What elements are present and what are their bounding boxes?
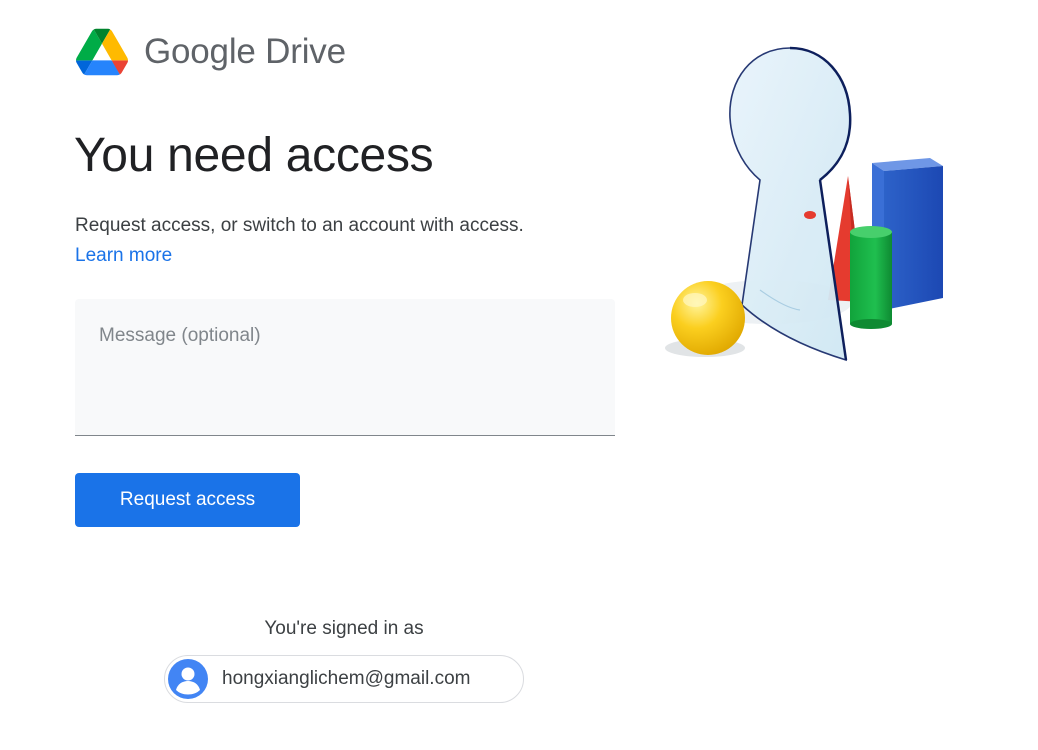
access-request-page: Google Drive You need access Request acc… [0,0,1038,750]
signed-in-label: You're signed in as [264,618,424,639]
account-chip[interactable]: hongxianglichem@gmail.com [164,655,524,703]
page-title: You need access [74,129,434,182]
account-email: hongxianglichem@gmail.com [222,668,471,689]
google-drive-logo[interactable]: Google Drive [76,28,346,76]
avatar [168,659,208,699]
message-input[interactable] [75,299,615,436]
request-access-button[interactable]: Request access [75,473,300,527]
google-drive-logo-icon [76,28,128,76]
learn-more-link[interactable]: Learn more [75,241,172,271]
brand-name: Google Drive [144,32,346,71]
person-icon [176,667,200,695]
access-description: Request access, or switch to an account … [75,215,524,236]
keyhole-illustration [665,46,943,362]
